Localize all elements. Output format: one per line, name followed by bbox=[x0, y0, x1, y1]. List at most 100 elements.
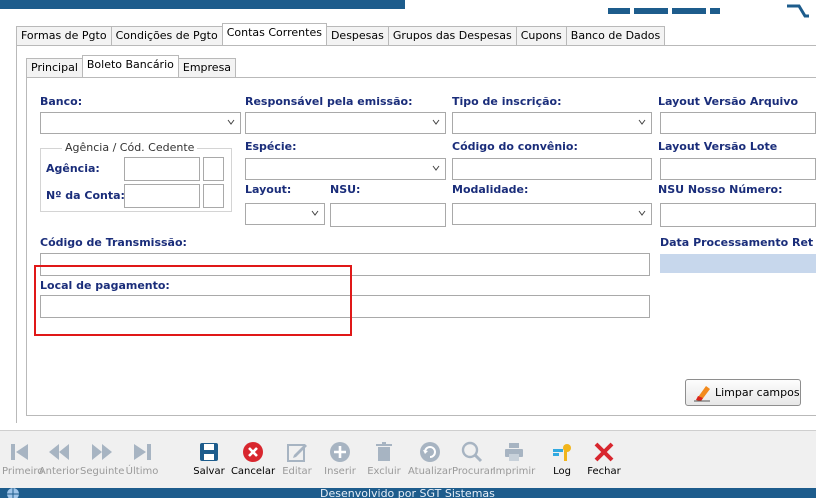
agencia-digit-field[interactable] bbox=[203, 157, 224, 181]
chevron-down-icon bbox=[638, 210, 646, 216]
codigo-convenio-label: Código do convênio: bbox=[452, 140, 578, 153]
procurar-label: Procurar bbox=[452, 466, 495, 477]
data-processamento-label: Data Processamento Ret bbox=[660, 236, 814, 249]
fechar-button[interactable]: Fechar bbox=[584, 440, 624, 486]
nsu-nosso-numero-field[interactable] bbox=[660, 203, 816, 227]
first-record-icon bbox=[11, 444, 28, 460]
atualizar-button[interactable]: Atualizar bbox=[408, 440, 452, 486]
nsu-label: NSU: bbox=[330, 183, 361, 196]
fechar-label: Fechar bbox=[587, 466, 621, 477]
imprimir-button[interactable]: Imprimir bbox=[492, 440, 536, 486]
printer-icon bbox=[505, 443, 523, 461]
sub-tab-bar: Principal Boleto Bancário Empresa bbox=[26, 55, 237, 77]
anterior-label: Anterior bbox=[38, 466, 80, 477]
banner-block bbox=[634, 8, 668, 14]
tab-principal[interactable]: Principal bbox=[26, 58, 83, 77]
conta-digit-field[interactable] bbox=[203, 184, 224, 208]
chevron-down-icon bbox=[638, 119, 646, 125]
log-button[interactable]: Log bbox=[548, 440, 576, 486]
conta-field[interactable] bbox=[124, 184, 200, 208]
refresh-icon bbox=[420, 442, 440, 462]
procurar-button[interactable]: Procurar bbox=[452, 440, 495, 486]
seguinte-label: Seguinte bbox=[80, 466, 125, 477]
layout-label: Layout: bbox=[245, 183, 292, 196]
local-pagamento-field[interactable] bbox=[40, 295, 650, 318]
banco-select[interactable] bbox=[40, 112, 241, 134]
banner-block bbox=[672, 8, 706, 14]
tab-cupons[interactable]: Cupons bbox=[515, 26, 567, 45]
responsavel-select[interactable] bbox=[245, 112, 446, 134]
limpar-campos-label: Limpar campos bbox=[715, 386, 800, 399]
search-icon bbox=[461, 441, 483, 463]
editar-button[interactable]: Editar bbox=[278, 440, 316, 486]
tab-despesas[interactable]: Despesas bbox=[325, 26, 389, 45]
last-record-icon bbox=[134, 444, 151, 460]
status-text: Desenvolvido por SGT Sistemas bbox=[320, 489, 495, 498]
chevron-down-icon bbox=[311, 210, 319, 216]
codigo-convenio-field[interactable] bbox=[452, 158, 652, 180]
nsu-nosso-numero-label: NSU Nosso Número: bbox=[658, 183, 783, 196]
key-icon bbox=[553, 444, 571, 461]
local-pagamento-label: Local de pagamento: bbox=[40, 279, 170, 292]
modalidade-select[interactable] bbox=[452, 203, 652, 225]
primeiro-label: Primeiro bbox=[2, 466, 44, 477]
ultimo-button[interactable]: Último bbox=[124, 440, 160, 486]
responsavel-label: Responsável pela emissão: bbox=[245, 95, 413, 108]
cancelar-button[interactable]: Cancelar bbox=[228, 440, 278, 486]
banner-block bbox=[710, 8, 720, 14]
limpar-campos-button[interactable]: Limpar campos bbox=[685, 379, 801, 406]
atualizar-label: Atualizar bbox=[408, 466, 453, 477]
salvar-button[interactable]: Salvar bbox=[190, 440, 228, 486]
globe-icon bbox=[7, 488, 19, 498]
main-tab-bar: Formas de Pgto Condições de Pgto Contas … bbox=[16, 23, 666, 45]
inserir-button[interactable]: Inserir bbox=[320, 440, 360, 486]
next-record-icon bbox=[92, 444, 112, 460]
log-label: Log bbox=[553, 466, 571, 477]
trash-icon bbox=[376, 442, 392, 461]
brand-logo-icon bbox=[787, 4, 809, 18]
especie-label: Espécie: bbox=[245, 140, 297, 153]
data-processamento-field[interactable] bbox=[660, 254, 816, 273]
anterior-button[interactable]: Anterior bbox=[38, 440, 80, 486]
save-icon bbox=[200, 443, 218, 461]
especie-select[interactable] bbox=[245, 158, 446, 180]
tab-formas-pgto[interactable]: Formas de Pgto bbox=[16, 26, 112, 45]
chevron-down-icon bbox=[432, 165, 440, 171]
nsu-field[interactable] bbox=[330, 203, 446, 227]
layout-arquivo-label: Layout Versão Arquivo bbox=[658, 95, 799, 108]
primeiro-button[interactable]: Primeiro bbox=[2, 440, 44, 486]
tipo-inscricao-select[interactable] bbox=[452, 112, 652, 134]
layout-lote-field[interactable] bbox=[660, 158, 816, 180]
banner-block bbox=[608, 8, 630, 14]
codigo-transmissao-label: Código de Transmissão: bbox=[40, 236, 187, 249]
inserir-label: Inserir bbox=[324, 466, 356, 477]
chevron-down-icon bbox=[227, 119, 235, 125]
banco-label: Banco: bbox=[40, 95, 83, 108]
agencia-group-legend: Agência / Cód. Cedente bbox=[62, 141, 198, 154]
agencia-field[interactable] bbox=[124, 157, 200, 181]
excluir-label: Excluir bbox=[367, 466, 401, 477]
tab-grupos-despesas[interactable]: Grupos das Despesas bbox=[387, 26, 517, 45]
layout-lote-label: Layout Versão Lote bbox=[658, 140, 778, 153]
eraser-icon bbox=[694, 385, 710, 401]
codigo-transmissao-field[interactable] bbox=[40, 253, 650, 276]
top-banner-stripe bbox=[0, 0, 405, 9]
edit-icon bbox=[287, 444, 307, 462]
tipo-inscricao-label: Tipo de inscrição: bbox=[452, 95, 562, 108]
add-icon bbox=[330, 442, 350, 462]
editar-label: Editar bbox=[282, 466, 312, 477]
layout-arquivo-field[interactable] bbox=[660, 112, 816, 134]
layout-select[interactable] bbox=[245, 203, 325, 225]
cancelar-label: Cancelar bbox=[230, 466, 276, 477]
agencia-label: Agência: bbox=[46, 162, 100, 175]
salvar-label: Salvar bbox=[193, 466, 225, 477]
tab-contas-correntes[interactable]: Contas Correntes bbox=[221, 23, 327, 45]
excluir-button[interactable]: Excluir bbox=[364, 440, 404, 486]
ultimo-label: Último bbox=[125, 466, 159, 477]
tab-boleto-bancario[interactable]: Boleto Bancário bbox=[81, 55, 179, 77]
chevron-down-icon bbox=[432, 119, 440, 125]
tab-banco-dados[interactable]: Banco de Dados bbox=[565, 26, 666, 45]
tab-empresa[interactable]: Empresa bbox=[177, 58, 237, 77]
seguinte-button[interactable]: Seguinte bbox=[80, 440, 124, 486]
tab-condicoes-pgto[interactable]: Condições de Pgto bbox=[110, 26, 223, 45]
